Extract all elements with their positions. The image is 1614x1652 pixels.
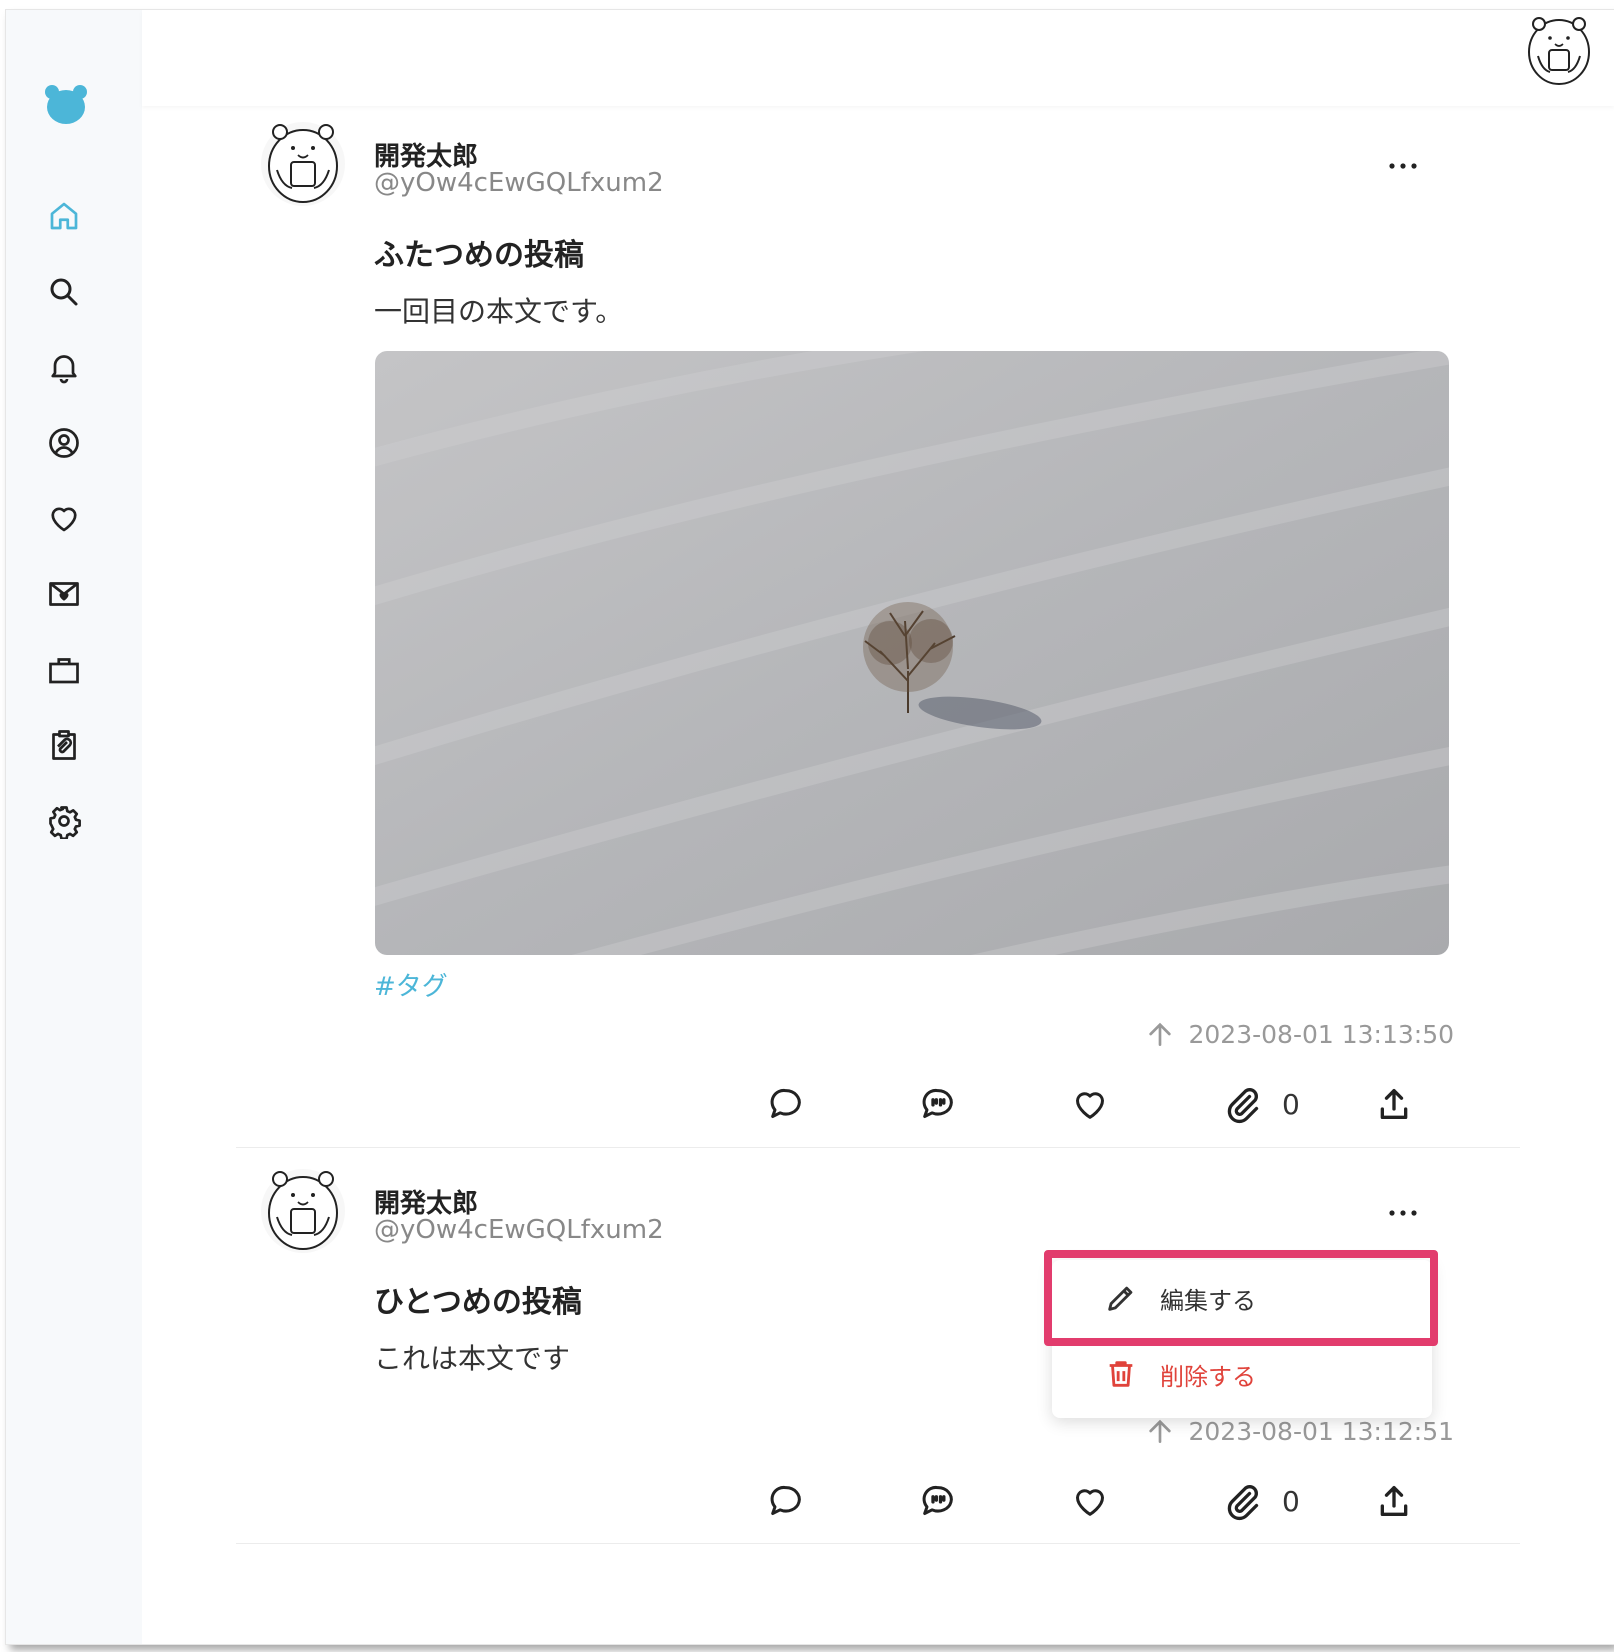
edit-menu-item[interactable]: 編集する [1052, 1260, 1432, 1336]
post-actions: 0 [766, 1477, 1446, 1525]
post-context-menu: 編集する 削除する [1052, 1260, 1432, 1418]
clip-button[interactable]: 0 [1222, 1080, 1300, 1128]
author-handle[interactable]: @yOw4cEwGQLfxum2 [374, 168, 664, 198]
post-image[interactable] [375, 351, 1449, 955]
bear-logo-icon[interactable] [43, 83, 89, 125]
timestamp-row: 2023-08-01 13:12:51 [1144, 1415, 1454, 1447]
gear-icon [49, 806, 81, 839]
sidebar-item-messages[interactable] [44, 574, 84, 614]
more-options-button[interactable] [1378, 146, 1428, 186]
reply-button[interactable] [766, 1080, 806, 1128]
pencil-icon [1108, 1286, 1133, 1311]
quote-bubble-icon [922, 1088, 953, 1118]
briefcase-icon [49, 658, 79, 684]
post-actions: 0 [766, 1080, 1446, 1128]
clip-count: 0 [1282, 1087, 1300, 1121]
trash-icon [1109, 1361, 1133, 1387]
user-circle-icon [49, 428, 79, 458]
more-horizontal-icon [1389, 1210, 1417, 1216]
mail-heart-icon [49, 582, 79, 606]
comment-icon [770, 1485, 801, 1515]
account-avatar[interactable] [1524, 12, 1594, 88]
post-body: これは本文です [374, 1342, 571, 1375]
timestamp: 2023-08-01 13:12:51 [1188, 1416, 1454, 1446]
post-title: ひとつめの投稿 [374, 1285, 582, 1320]
quote-bubble-icon [922, 1485, 953, 1515]
more-horizontal-icon [1389, 163, 1417, 169]
hashtag-link[interactable]: #タグ [374, 966, 448, 1003]
sidebar-item-settings[interactable] [44, 801, 84, 841]
author-handle[interactable]: @yOw4cEwGQLfxum2 [374, 1215, 664, 1245]
home-icon [50, 202, 78, 230]
share-button[interactable] [1374, 1080, 1414, 1128]
avatar[interactable] [260, 118, 346, 208]
sidebar-item-clipboard[interactable] [44, 725, 84, 765]
clip-button[interactable]: 0 [1222, 1477, 1300, 1525]
post-divider [236, 1543, 1520, 1544]
sidebar-item-jobs[interactable] [44, 650, 84, 690]
edit-menu-label: 編集する [1160, 1286, 1256, 1315]
clipboard-clip-icon [52, 730, 76, 760]
post-divider [236, 1147, 1520, 1148]
sidebar [6, 10, 142, 1644]
bell-icon [51, 355, 77, 384]
share-upload-icon [1380, 1486, 1408, 1516]
share-button[interactable] [1374, 1477, 1414, 1525]
reply-button[interactable] [766, 1477, 806, 1525]
sidebar-item-profile[interactable] [44, 423, 84, 463]
timestamp: 2023-08-01 13:13:50 [1188, 1019, 1454, 1049]
post-title: ふたつめの投稿 [374, 238, 584, 273]
comment-icon [770, 1088, 801, 1118]
search-icon [50, 278, 78, 306]
sidebar-item-home[interactable] [44, 196, 84, 236]
top-bar [142, 10, 1614, 106]
post-card: 開発太郎 @yOw4cEwGQLfxum2 ふたつめの投稿 一回目の本文です。 [236, 118, 1520, 1138]
avatar[interactable] [260, 1165, 346, 1255]
share-upload-icon [1380, 1089, 1408, 1119]
delete-menu-label: 削除する [1160, 1362, 1256, 1391]
sidebar-item-likes[interactable] [44, 498, 84, 538]
clip-count: 0 [1282, 1484, 1300, 1518]
sidebar-item-search[interactable] [44, 272, 84, 312]
heart-icon [1076, 1489, 1104, 1516]
timestamp-row: 2023-08-01 13:13:50 [1144, 1018, 1454, 1050]
more-options-button[interactable] [1378, 1193, 1428, 1233]
delete-menu-item[interactable]: 削除する [1052, 1336, 1432, 1412]
app-window: 開発太郎 @yOw4cEwGQLfxum2 ふたつめの投稿 一回目の本文です。 [6, 10, 1614, 1644]
quote-button[interactable] [918, 1477, 958, 1525]
arrow-up-icon [1149, 1419, 1172, 1443]
quote-button[interactable] [918, 1080, 958, 1128]
heart-icon [51, 507, 77, 532]
arrow-up-icon [1149, 1022, 1172, 1046]
paperclip-icon [1227, 1485, 1259, 1521]
sidebar-item-notifications[interactable] [44, 347, 84, 387]
heart-icon [1076, 1092, 1104, 1119]
paperclip-icon [1227, 1088, 1259, 1124]
like-button[interactable] [1070, 1477, 1110, 1525]
post-body: 一回目の本文です。 [374, 295, 624, 328]
like-button[interactable] [1070, 1080, 1110, 1128]
